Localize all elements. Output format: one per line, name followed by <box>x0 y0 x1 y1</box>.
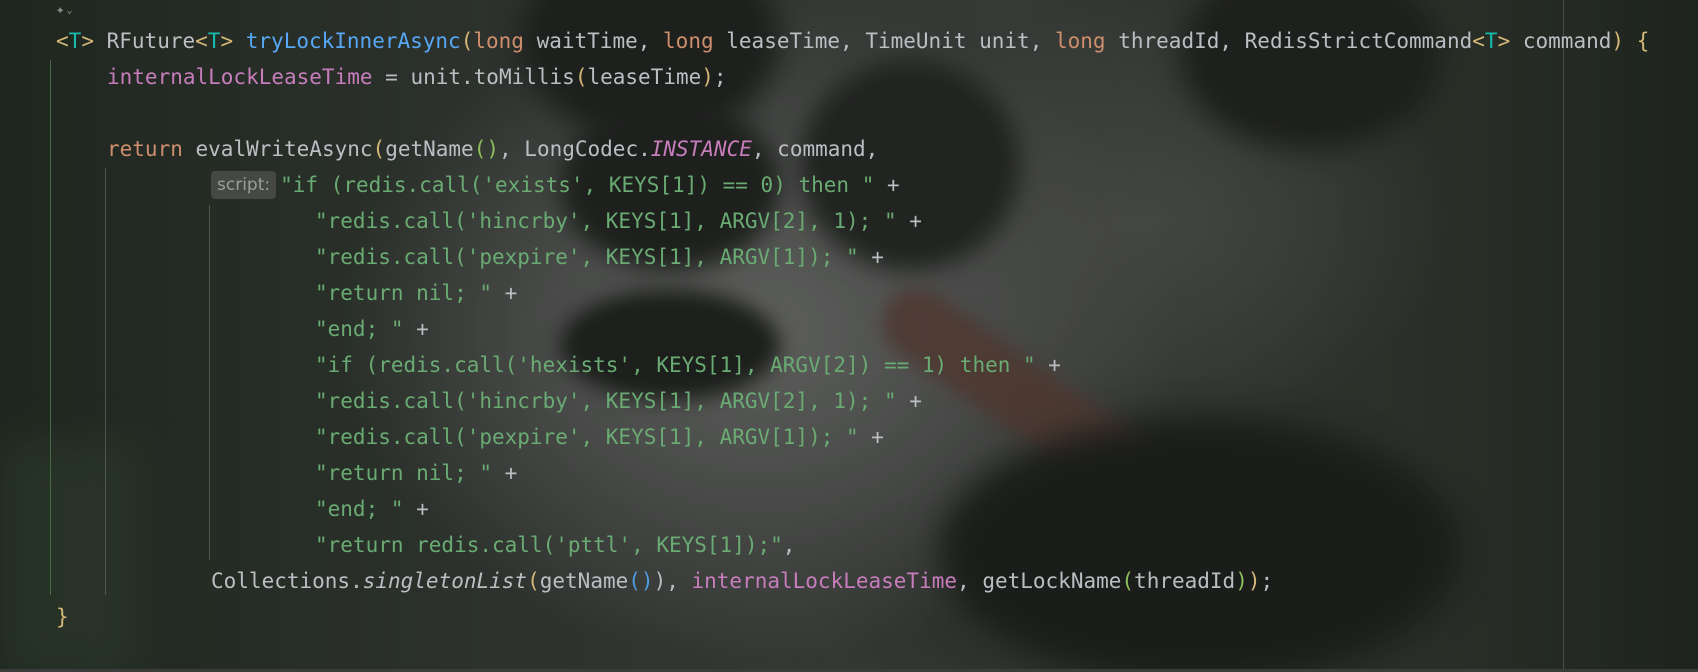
field-ref: internalLockLeaseTime <box>107 65 373 89</box>
code-line-script[interactable]: "if (redis.call('hexists', KEYS[1], ARGV… <box>315 347 1061 383</box>
code-line-script[interactable]: script: "if (redis.call('exists', KEYS[1]… <box>211 167 900 203</box>
code-line-signature[interactable]: <T> RFuture<T> tryLockInnerAsync(long wa… <box>56 23 1649 59</box>
code-line-script[interactable]: "return nil; " + <box>315 275 517 311</box>
code-line-script[interactable]: "return redis.call('pttl', KEYS[1]);", <box>315 527 795 563</box>
indent-guide <box>50 60 51 595</box>
generic-close: > <box>81 29 94 53</box>
code-line-script[interactable]: "end; " + <box>315 311 429 347</box>
code-line-collections[interactable]: Collections.singletonList(getName()), in… <box>211 563 1273 599</box>
code-line-script[interactable]: "redis.call('hincrby', KEYS[1], ARGV[2],… <box>315 383 922 419</box>
code-line-script[interactable]: "return nil; " + <box>315 455 517 491</box>
ai-assistant-gutter-icon[interactable]: ✦ ⌄ <box>56 2 72 18</box>
open-brace: { <box>1636 29 1650 53</box>
chevron-down-icon: ⌄ <box>66 4 73 16</box>
generic-open: < <box>56 29 69 53</box>
code-line-return[interactable]: return evalWriteAsync(getName(), LongCod… <box>107 131 878 167</box>
code-line-close[interactable]: } <box>56 599 69 635</box>
indent-guide <box>105 168 106 595</box>
close-brace: } <box>56 605 69 629</box>
return-type: RFuture <box>106 29 196 53</box>
editor-right-margin <box>1563 0 1564 672</box>
parameter-inlay-hint: script: <box>211 171 277 199</box>
generic-type: T <box>68 29 82 53</box>
code-line-assign[interactable]: internalLockLeaseTime = unit.toMillis(le… <box>107 59 727 95</box>
indent-guide <box>209 205 210 560</box>
code-line-script[interactable]: "redis.call('pexpire', KEYS[1], ARGV[1])… <box>315 239 884 275</box>
sparkle-icon: ✦ <box>56 2 65 18</box>
code-line-script[interactable]: "redis.call('pexpire', KEYS[1], ARGV[1])… <box>315 419 884 455</box>
code-line-script[interactable]: "redis.call('hincrby', KEYS[1], ARGV[2],… <box>315 203 922 239</box>
method-name[interactable]: tryLockInnerAsync <box>246 29 461 53</box>
code-line-script[interactable]: "end; " + <box>315 491 429 527</box>
